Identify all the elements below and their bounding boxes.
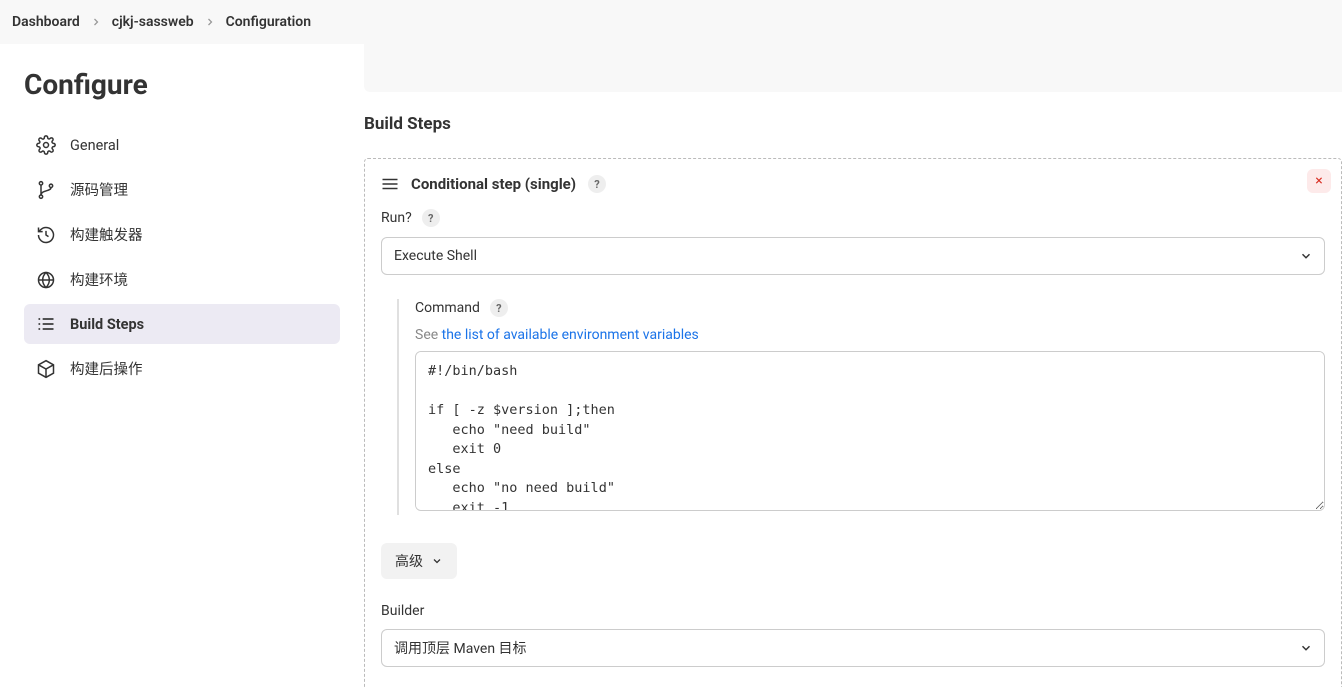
sidebar-item-postbuild[interactable]: 构建后操作 [24, 348, 340, 389]
sidebar-item-label: Build Steps [70, 316, 144, 333]
command-textarea[interactable] [415, 351, 1325, 511]
sidebar-item-general[interactable]: General [24, 125, 340, 165]
breadcrumb-item-configuration[interactable]: Configuration [226, 14, 311, 30]
chevron-right-icon [204, 16, 216, 28]
sidebar-item-label: General [70, 137, 119, 154]
env-var-hint: See the list of available environment va… [415, 327, 1325, 343]
sidebar-item-environment[interactable]: 构建环境 [24, 259, 340, 300]
command-block: Command ? See the list of available envi… [397, 299, 1325, 515]
builder-select[interactable]: 调用顶层 Maven 目标 [381, 629, 1325, 667]
sidebar-item-label: 源码管理 [70, 179, 128, 200]
sidebar-item-label: 构建后操作 [70, 358, 143, 379]
help-button[interactable]: ? [588, 175, 606, 193]
package-icon [36, 359, 56, 379]
step-title: Conditional step (single) [411, 175, 576, 193]
sidebar-item-build-steps[interactable]: Build Steps [24, 304, 340, 344]
breadcrumb-item-dashboard[interactable]: Dashboard [12, 14, 80, 30]
breadcrumb: Dashboard cjkj-sassweb Configuration [0, 0, 1342, 44]
advanced-button[interactable]: 高级 [381, 543, 457, 579]
sidebar-item-source[interactable]: 源码管理 [24, 169, 340, 210]
gear-icon [36, 135, 56, 155]
sidebar-item-label: 构建触发器 [70, 224, 143, 245]
build-step-card: × Conditional step (single) ? Run? ? Exe… [364, 158, 1342, 687]
sidebar-item-label: 构建环境 [70, 269, 128, 290]
main-content: Build Steps × Conditional step (single) … [352, 44, 1342, 687]
sidebar: Configure General 源码管理 构建触发器 构建环境 [0, 44, 352, 687]
globe-icon [36, 270, 56, 290]
help-button[interactable]: ? [422, 209, 440, 227]
help-button[interactable]: ? [490, 299, 508, 317]
history-icon [36, 225, 56, 245]
list-icon [36, 314, 56, 334]
run-select-value: Execute Shell [394, 248, 477, 264]
advanced-button-label: 高级 [395, 551, 423, 571]
builder-select-value: 调用顶层 Maven 目标 [394, 638, 527, 658]
breadcrumb-item-project[interactable]: cjkj-sassweb [112, 14, 194, 30]
run-label: Run? [381, 210, 412, 226]
env-var-link[interactable]: the list of available environment variab… [442, 327, 699, 343]
sidebar-item-triggers[interactable]: 构建触发器 [24, 214, 340, 255]
builder-label: Builder [381, 603, 424, 619]
page-title: Configure [24, 68, 340, 101]
previous-section-placeholder [364, 44, 1342, 92]
git-branch-icon [36, 180, 56, 200]
run-select[interactable]: Execute Shell [381, 237, 1325, 275]
drag-handle-icon[interactable] [381, 175, 399, 193]
chevron-right-icon [90, 16, 102, 28]
section-title: Build Steps [364, 114, 1342, 134]
remove-step-button[interactable]: × [1307, 169, 1331, 193]
close-icon: × [1315, 173, 1322, 189]
chevron-down-icon [431, 555, 443, 567]
command-label: Command [415, 300, 480, 316]
